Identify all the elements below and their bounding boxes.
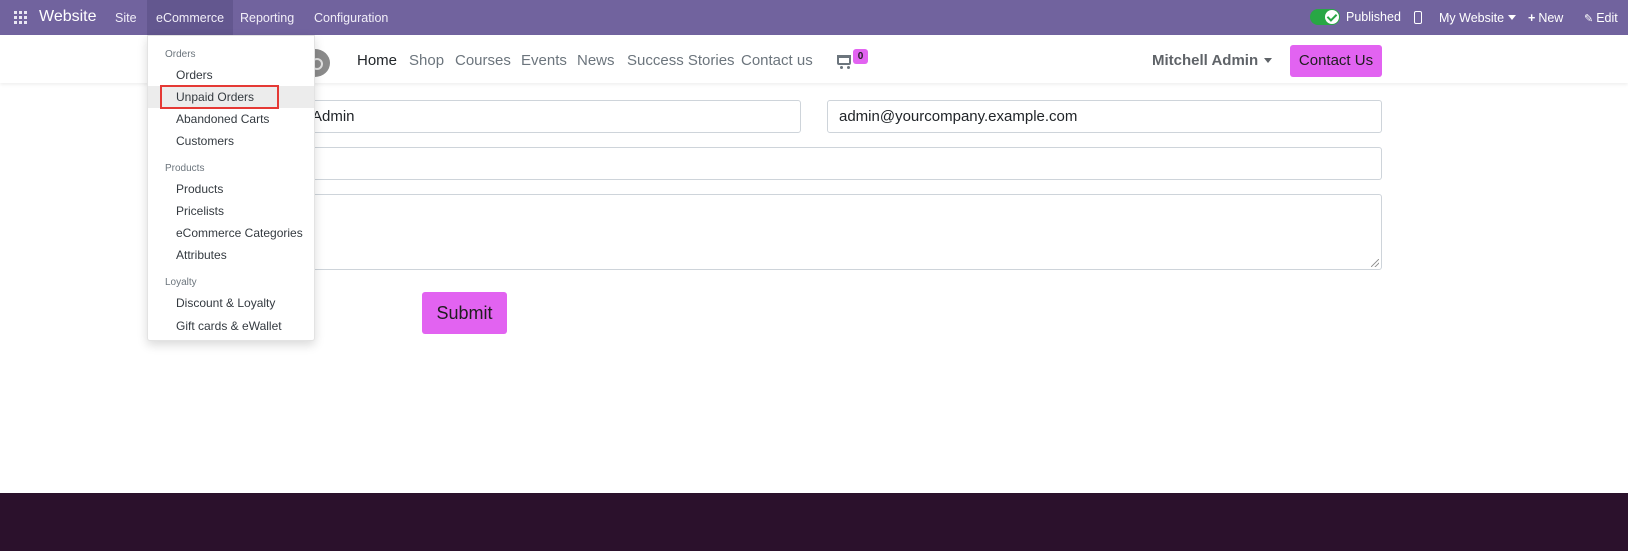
nav-shop[interactable]: Shop xyxy=(409,52,444,69)
resize-handle-icon[interactable] xyxy=(1371,259,1379,267)
nav-courses[interactable]: Courses xyxy=(455,52,511,69)
nav-home[interactable]: Home xyxy=(357,52,397,69)
menu-item-gift-cards-ewallet[interactable]: Gift cards & eWallet xyxy=(148,315,314,337)
user-name: Mitchell Admin xyxy=(1152,52,1259,69)
section-header-orders: Orders xyxy=(165,49,196,60)
website-selector[interactable]: My Website xyxy=(1439,11,1517,25)
ecommerce-dropdown-menu: Orders Orders Unpaid Orders Abandoned Ca… xyxy=(147,35,315,341)
menu-ecommerce[interactable]: eCommerce xyxy=(147,0,234,35)
menu-configuration[interactable]: Configuration xyxy=(314,11,388,25)
new-label: New xyxy=(1538,11,1564,25)
published-label: Published xyxy=(1346,10,1401,24)
menu-item-discount-loyalty[interactable]: Discount & Loyalty xyxy=(148,292,314,314)
contact-us-button[interactable]: Contact Us xyxy=(1290,45,1382,77)
edit-button[interactable]: ✎ Edit xyxy=(1584,11,1618,25)
page-footer xyxy=(0,493,1628,551)
app-name[interactable]: Website xyxy=(39,8,97,26)
subject-field[interactable] xyxy=(215,147,1382,180)
menu-item-attributes[interactable]: Attributes xyxy=(148,244,314,266)
website-selector-label: My Website xyxy=(1439,11,1505,25)
nav-news[interactable]: News xyxy=(577,52,615,69)
mobile-preview-icon[interactable] xyxy=(1414,11,1422,24)
section-header-products: Products xyxy=(165,163,205,174)
nav-events[interactable]: Events xyxy=(521,52,567,69)
published-toggle[interactable]: Published xyxy=(1310,9,1401,25)
edit-label: Edit xyxy=(1596,11,1618,25)
highlight-annotation-box xyxy=(160,85,279,109)
user-menu[interactable]: Mitchell Admin xyxy=(1152,52,1273,69)
name-field-value: Admin xyxy=(312,108,355,125)
menu-item-customers[interactable]: Customers xyxy=(148,130,314,152)
submit-button[interactable]: Submit xyxy=(422,292,507,334)
caret-down-icon xyxy=(1264,58,1273,63)
menu-item-orders[interactable]: Orders xyxy=(148,64,314,86)
caret-down-icon xyxy=(1508,15,1517,20)
apps-grid-icon[interactable] xyxy=(14,11,27,24)
toggle-switch-icon[interactable] xyxy=(1310,9,1340,25)
cart-count-badge: 0 xyxy=(853,49,868,64)
menu-item-abandoned-carts[interactable]: Abandoned Carts xyxy=(148,108,314,130)
menu-reporting[interactable]: Reporting xyxy=(240,11,294,25)
pencil-icon: ✎ xyxy=(1584,13,1594,25)
email-field[interactable]: admin@yourcompany.example.com xyxy=(827,100,1382,133)
menu-item-products[interactable]: Products xyxy=(148,178,314,200)
menu-item-pricelists[interactable]: Pricelists xyxy=(148,200,314,222)
menu-site[interactable]: Site xyxy=(115,11,137,25)
nav-success-stories[interactable]: Success Stories xyxy=(627,52,735,69)
nav-contact-us[interactable]: Contact us xyxy=(741,52,813,69)
message-textarea[interactable] xyxy=(215,194,1382,270)
new-button[interactable]: + New xyxy=(1528,11,1563,25)
menu-item-ecommerce-categories[interactable]: eCommerce Categories xyxy=(148,222,314,244)
section-header-loyalty: Loyalty xyxy=(165,277,197,288)
shopping-cart-icon[interactable] xyxy=(837,55,851,69)
admin-top-bar: Website Site eCommerce Reporting Configu… xyxy=(0,0,1628,35)
plus-icon: + xyxy=(1528,11,1536,25)
